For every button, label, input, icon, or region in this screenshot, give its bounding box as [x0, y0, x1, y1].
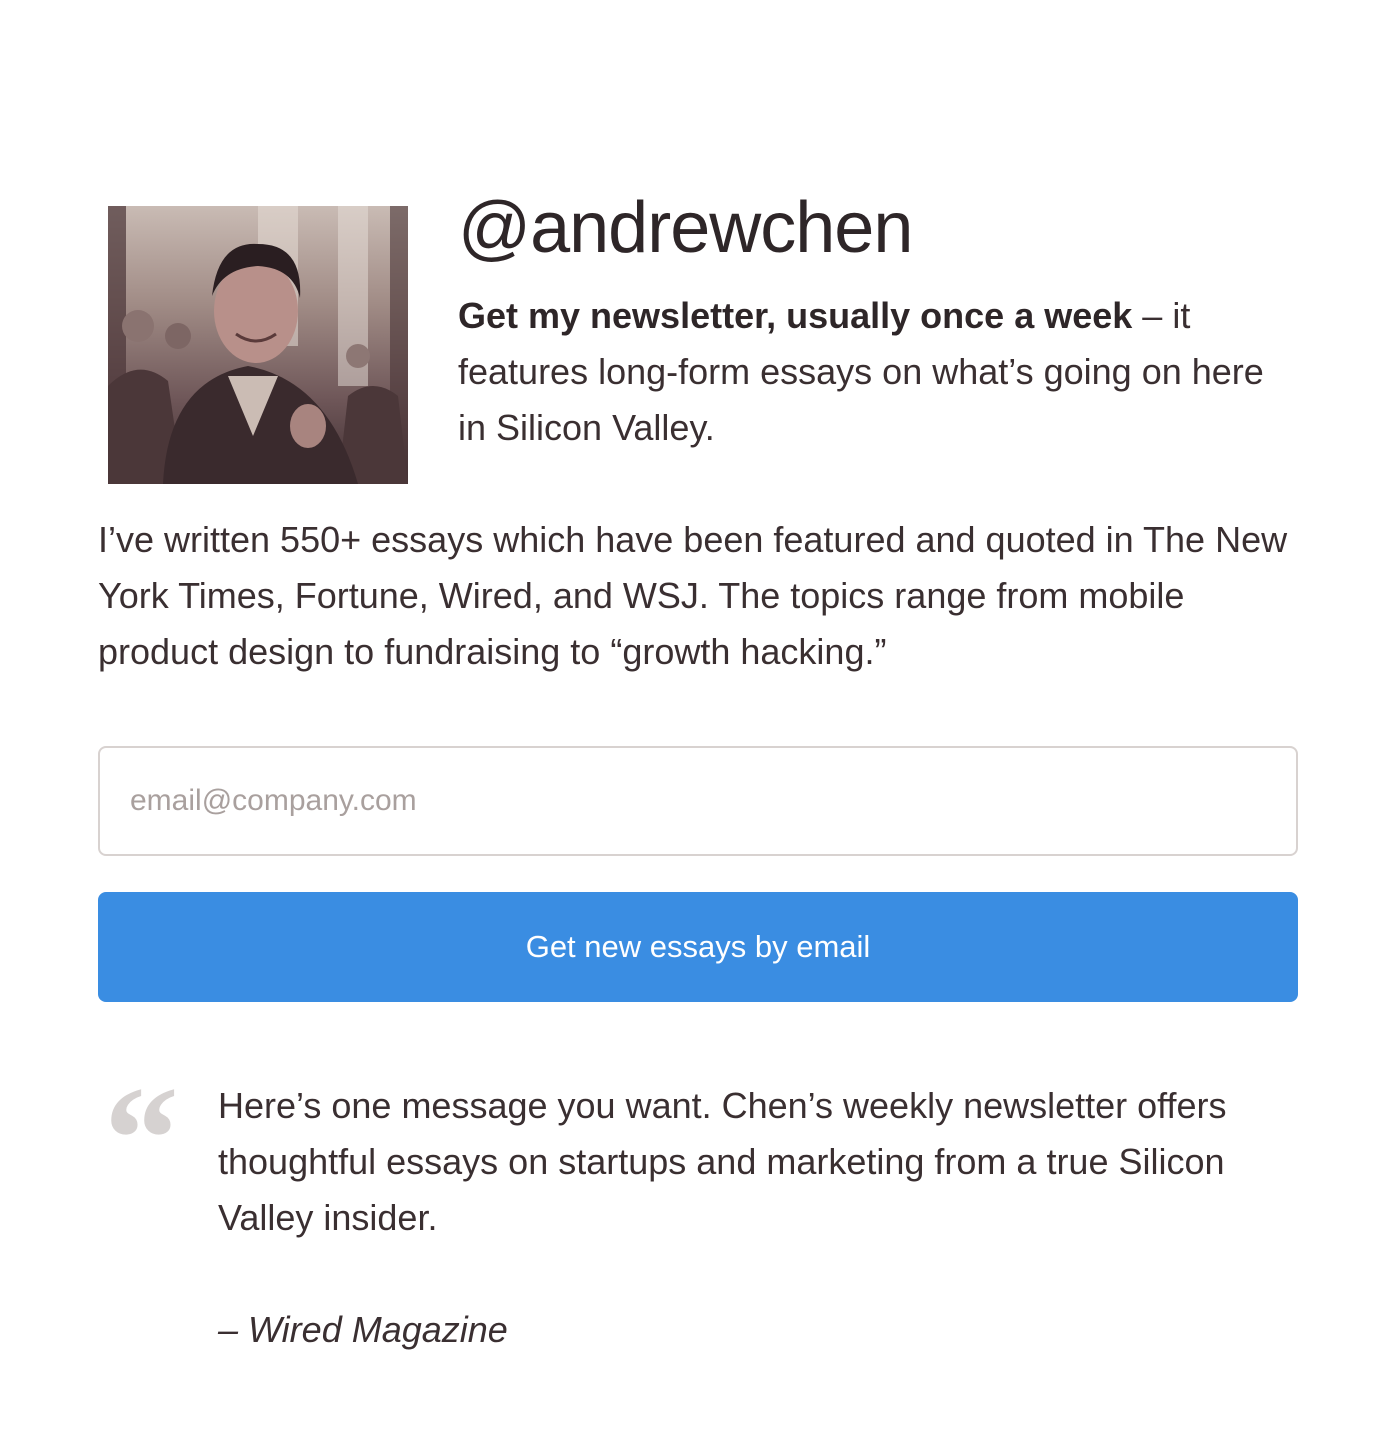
subscribe-button[interactable]: Get new essays by email	[98, 892, 1298, 1002]
intro-bold: Get my newsletter, usually once a week	[458, 295, 1133, 336]
portrait-photo	[108, 206, 408, 484]
essays-description: I’ve written 550+ essays which have been…	[98, 519, 1288, 672]
testimonial-text: Here’s one message you want. Chen’s week…	[218, 1085, 1227, 1238]
testimonial-source: – Wired Magazine	[218, 1309, 508, 1350]
newsletter-signup-card: @andrewchen Get my newsletter, usually o…	[98, 190, 1298, 1358]
quote-icon: “	[104, 1056, 179, 1222]
testimonial: “ Here’s one message you want. Chen’s we…	[98, 1064, 1298, 1358]
avatar	[108, 206, 408, 484]
email-input[interactable]	[98, 746, 1298, 856]
